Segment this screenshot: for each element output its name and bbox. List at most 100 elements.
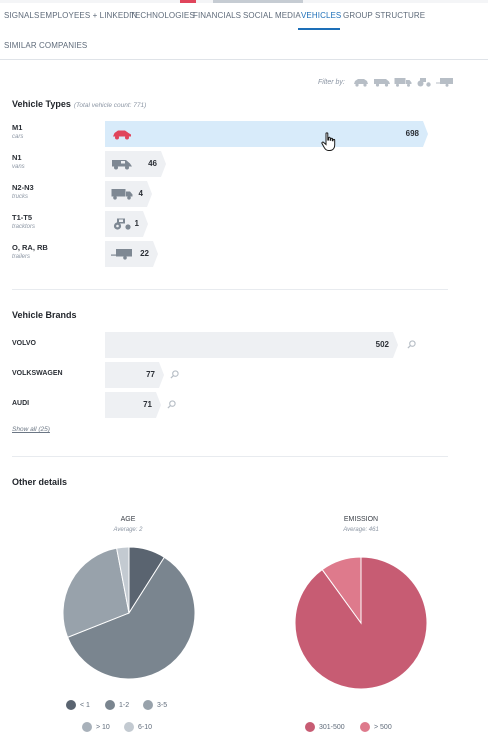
legend-swatch [305,722,315,732]
vehicle-type-name: O, RA, RB [12,243,48,252]
brand-value: 502 [375,340,389,349]
vehicle-type-name: T1-T5 [12,213,33,222]
vehicle-type-bar[interactable]: 1 [105,211,148,237]
tractor-icon [113,218,131,230]
vehicle-type-bar[interactable]: 22 [105,241,158,267]
brand-bar[interactable]: 77 [105,362,164,388]
vehicle-type-sub: trucks [12,194,29,200]
legend-swatch [105,700,115,710]
legend-swatch [143,700,153,710]
vehicle-type-sub: cars [12,134,24,140]
other-details-title: Other details [12,477,68,487]
total-vehicle-count: (Total vehicle count: 771) [73,102,147,109]
vehicle-type-name: N2-N3 [12,183,34,192]
vehicle-brands-title: Vehicle Brands [12,310,77,320]
vehicle-type-bar[interactable]: 698 [105,121,428,147]
section-divider [12,289,448,290]
vehicle-type-value: 4 [138,189,143,198]
age-legend-item[interactable]: < 1 [66,700,90,710]
tractor-icon[interactable] [415,77,433,87]
legend-label: > 10 [96,723,110,731]
van-icon[interactable] [373,77,391,87]
vehicle-type-row-n1: N1 vans 46 [12,151,482,177]
vehicle-type-value: 22 [140,249,149,258]
legend-label: < 1 [80,701,90,709]
tab-similar-companies[interactable]: SIMILAR COMPANIES [4,41,87,50]
vehicle-type-value: 1 [134,219,139,228]
top-strip [0,0,488,3]
vehicle-type-bar[interactable]: 4 [105,181,152,207]
legend-label: 301-500 [319,723,345,731]
search-icon[interactable] [407,340,416,349]
tab-bar: SIGNALS EMPLOYEES + LINKEDIN TECHNOLOGIE… [0,6,488,60]
age-legend-item[interactable]: 6-10 [124,722,152,732]
brand-value: 77 [146,370,155,379]
tab-financials[interactable]: FINANCIALS [193,11,241,20]
vehicle-filter: Filter by: [318,76,454,88]
tab-technologies[interactable]: TECHNOLOGIES [130,11,195,20]
vehicle-type-row-t1-t5: T1-T5 tracktors 1 [12,211,482,237]
vehicle-type-sub: trailers [12,254,31,260]
legend-swatch [66,700,76,710]
vehicle-type-name: N1 [12,153,22,162]
legend-swatch [360,722,370,732]
trailer-icon [111,249,132,260]
top-strip-accent [180,0,196,3]
brand-bar[interactable]: 71 [105,392,161,418]
show-all-brands-link[interactable]: Show all (25) [12,426,50,433]
vehicle-type-row-m1: M1 cars 698 [12,121,482,147]
brand-name: VOLVO [12,340,36,347]
legend-swatch [82,722,92,732]
brand-name: VOLKSWAGEN [12,370,63,377]
vehicle-type-row-trailers: O, RA, RB trailers 22 [12,241,482,267]
brand-row-volkswagen: VOLKSWAGEN 77 [12,362,482,388]
age-legend-item[interactable]: 3-5 [143,700,167,710]
filter-label: Filter by: [318,78,345,86]
tab-signals[interactable]: SIGNALS [4,11,39,20]
tab-employees-linkedin[interactable]: EMPLOYEES + LINKEDIN [40,11,137,20]
vehicle-type-value: 46 [148,159,157,168]
vehicle-type-name: M1 [12,123,23,132]
brand-name: AUDI [12,400,30,407]
vehicle-type-sub: vans [12,164,25,170]
car-icon [113,130,131,140]
tab-group-structure[interactable]: GROUP STRUCTURE [343,11,425,20]
emission-chart-subtitle: Average: 461 [343,527,379,533]
legend-label: 1-2 [119,701,130,709]
brand-row-audi: AUDI 71 [12,392,482,418]
age-pie-chart [62,546,196,680]
legend-swatch [124,722,134,732]
vehicle-types-heading: Vehicle Types [12,99,71,109]
top-strip-text [213,0,303,3]
vehicle-types-title: Vehicle Types (Total vehicle count: 771) [12,99,146,109]
age-legend-item[interactable]: > 10 [82,722,110,732]
brand-value: 71 [143,400,152,409]
legend-label: 6-10 [138,723,153,731]
legend-label: 3-5 [157,701,168,709]
tab-vehicles[interactable]: VEHICLES [301,11,341,20]
search-icon[interactable] [167,400,176,409]
van-icon [112,160,132,170]
age-legend-item[interactable]: 1-2 [105,700,129,710]
section-divider [12,456,448,457]
emission-legend-item[interactable]: 301-500 [305,722,345,732]
brand-bar[interactable]: 502 [105,332,398,358]
trailer-icon[interactable] [435,77,454,87]
truck-icon[interactable] [394,77,412,87]
hand-cursor-icon [321,132,336,151]
age-chart-subtitle: Average: 2 [113,527,143,533]
vehicle-type-sub: tracktors [12,224,36,230]
vehicle-type-value: 698 [405,129,419,138]
emission-chart-title: EMISSION [343,516,379,523]
tab-social-media[interactable]: SOCIAL MEDIA [243,11,301,20]
car-icon[interactable] [352,77,370,87]
legend-label: > 500 [374,723,392,731]
search-icon[interactable] [170,370,179,379]
vehicle-type-bar[interactable]: 46 [105,151,166,177]
active-tab-indicator [298,28,340,30]
emission-pie-chart [294,556,428,690]
brand-row-volvo: VOLVO 502 [12,332,482,358]
truck-icon [111,189,133,200]
emission-legend-item[interactable]: > 500 [360,722,392,732]
age-chart-title: AGE [120,516,136,523]
